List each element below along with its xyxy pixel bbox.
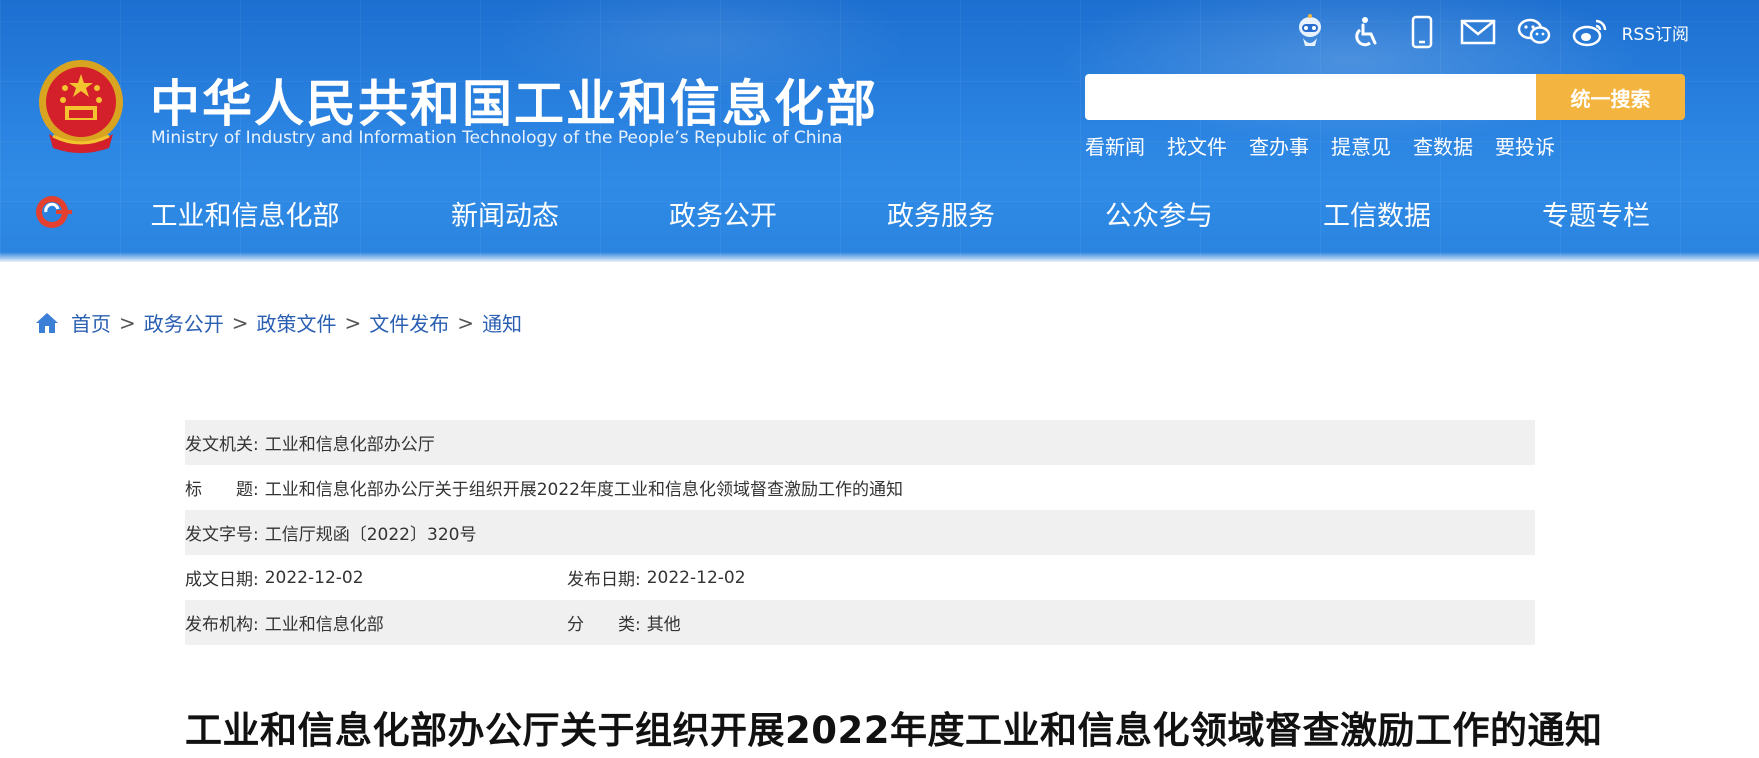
breadcrumb-separator: > (344, 310, 362, 335)
meta-label-org: 发布机构: (185, 615, 259, 635)
meta-label-issuer: 发文机关: (185, 435, 259, 455)
mail-icon[interactable] (1450, 12, 1506, 52)
meta-value-publish-date: 2022-12-02 (646, 567, 746, 588)
nav-item-data[interactable]: 工信数据 (1323, 194, 1431, 233)
meta-row-org: 发布机构: 工业和信息化部 分 类: 其他 (185, 600, 1535, 645)
quick-link-complaint[interactable]: 要投诉 (1495, 131, 1555, 160)
nav-item-ministry[interactable]: 工业和信息化部 (151, 194, 340, 233)
breadcrumb-home[interactable]: 首页 (71, 308, 111, 337)
nav-item-news[interactable]: 新闻动态 (451, 194, 559, 233)
quick-link-news[interactable]: 看新闻 (1085, 131, 1145, 160)
breadcrumb-policy-documents[interactable]: 政策文件 (257, 308, 337, 337)
site-header: 中华人民共和国工业和信息化部 Ministry of Industry and … (0, 0, 1759, 262)
unified-search-button[interactable]: 统一搜索 (1536, 74, 1685, 120)
meta-label-publish-date: 发布日期: (567, 570, 641, 590)
quick-link-data[interactable]: 查数据 (1413, 131, 1473, 160)
robot-assistant-icon[interactable] (1282, 12, 1338, 52)
nav-item-public-affairs[interactable]: 政务公开 (669, 194, 777, 233)
wechat-icon[interactable] (1506, 12, 1562, 52)
breadcrumb-document-release[interactable]: 文件发布 (369, 308, 449, 337)
breadcrumb: 首页 > 政务公开 > 政策文件 > 文件发布 > 通知 (35, 308, 522, 337)
nav-item-topics[interactable]: 专题专栏 (1542, 194, 1650, 233)
meta-value-issuer: 工业和信息化部办公厅 (264, 435, 435, 455)
national-emblem-icon (39, 60, 123, 153)
breadcrumb-separator: > (457, 310, 475, 335)
home-icon[interactable] (35, 312, 59, 334)
breadcrumb-notice[interactable]: 通知 (482, 308, 522, 337)
meta-row-issuer: 发文机关: 工业和信息化部办公厅 (185, 420, 1535, 465)
meta-value-org: 工业和信息化部 (264, 615, 384, 635)
document-title: 工业和信息化部办公厅关于组织开展2022年度工业和信息化领域督查激励工作的通知 (185, 709, 1603, 752)
meta-label-category: 分 类: (567, 615, 641, 635)
top-toolbar: RSS订阅 (1282, 12, 1689, 52)
meta-value-written-date: 2022-12-02 (264, 567, 364, 588)
quick-link-files[interactable]: 找文件 (1167, 131, 1227, 160)
meta-value-category: 其他 (646, 615, 681, 635)
weibo-icon[interactable] (1562, 12, 1618, 52)
quick-links: 看新闻 找文件 查办事 提意见 查数据 要投诉 (1085, 131, 1555, 160)
meta-value-title: 工业和信息化部办公厅关于组织开展2022年度工业和信息化领域督查激励工作的通知 (264, 480, 903, 500)
document-meta-table: 发文机关: 工业和信息化部办公厅 标 题: 工业和信息化部办公厅关于组织开展20… (185, 420, 1535, 645)
quick-link-feedback[interactable]: 提意见 (1331, 131, 1391, 160)
breadcrumb-separator: > (231, 310, 249, 335)
breadcrumb-public-affairs[interactable]: 政务公开 (144, 308, 224, 337)
nav-item-participation[interactable]: 公众参与 (1105, 194, 1213, 233)
site-title: 中华人民共和国工业和信息化部 (150, 75, 878, 133)
meta-value-doc-number: 工信厅规函〔2022〕320号 (264, 525, 477, 545)
meta-label-title: 标 题: (185, 480, 259, 500)
site-subtitle: Ministry of Industry and Information Tec… (151, 128, 843, 148)
search-input[interactable] (1085, 74, 1539, 120)
meta-row-title: 标 题: 工业和信息化部办公厅关于组织开展2022年度工业和信息化领域督查激励工… (185, 465, 1535, 510)
mobile-phone-icon[interactable] (1394, 12, 1450, 52)
meta-label-written-date: 成文日期: (185, 570, 259, 590)
main-nav: 工业和信息化部 新闻动态 政务公开 政务服务 公众参与 工信数据 专题专栏 (0, 188, 1759, 238)
nav-item-services[interactable]: 政务服务 (887, 194, 995, 233)
rss-link[interactable]: RSS订阅 (1622, 20, 1689, 45)
meta-row-doc-number: 发文字号: 工信厅规函〔2022〕320号 (185, 510, 1535, 555)
meta-label-doc-number: 发文字号: (185, 525, 259, 545)
breadcrumb-separator: > (119, 310, 136, 335)
accessibility-icon[interactable] (1338, 12, 1394, 52)
meta-row-dates: 成文日期: 2022-12-02 发布日期: 2022-12-02 (185, 555, 1535, 600)
quick-link-services[interactable]: 查办事 (1249, 131, 1309, 160)
